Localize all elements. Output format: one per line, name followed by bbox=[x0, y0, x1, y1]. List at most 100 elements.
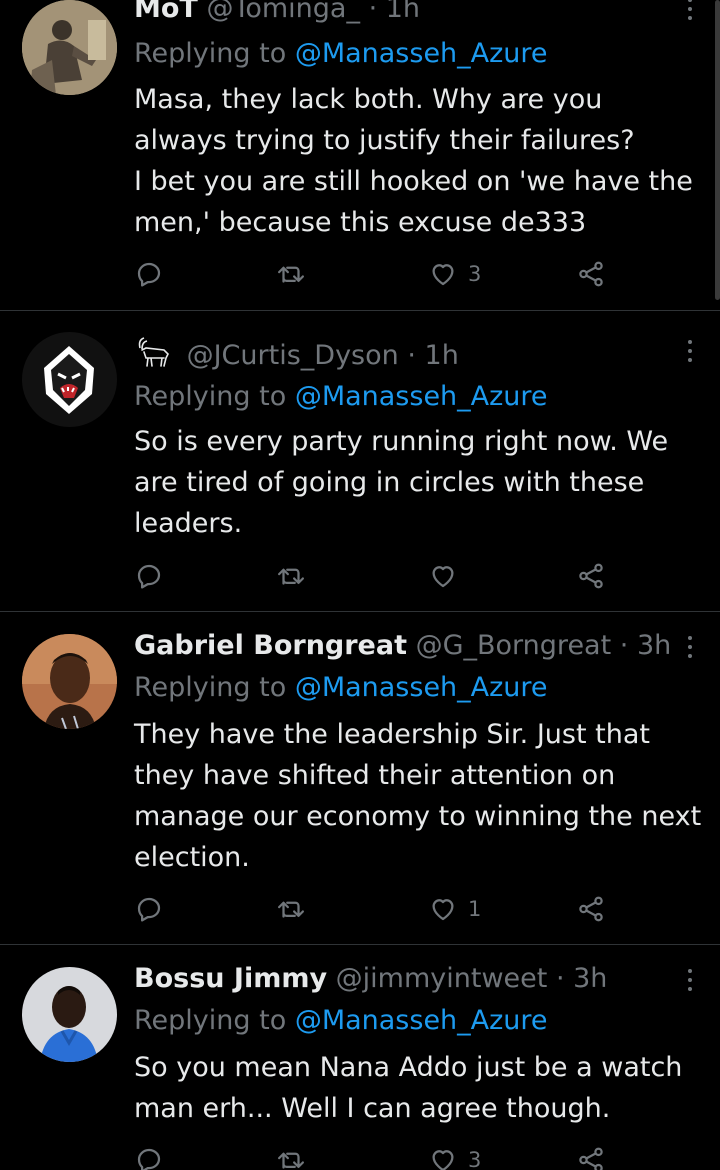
tweet-actions: 1 bbox=[134, 891, 614, 927]
scrollbar[interactable] bbox=[715, 0, 720, 300]
replying-to-line: Replying to @Manasseh_Azure bbox=[134, 1003, 548, 1039]
retweet-icon bbox=[278, 568, 304, 585]
like-button[interactable]: 3 bbox=[428, 1142, 481, 1170]
reply-feed: MoT @Tominga_ · 1h Replying to @Manasseh… bbox=[0, 0, 720, 1170]
tweet-text-line: man erh... Well I can agree though. bbox=[134, 1093, 611, 1124]
mention-link[interactable]: @Manasseh_Azure bbox=[295, 672, 548, 703]
replying-to-label: Replying to bbox=[134, 1005, 287, 1036]
share-icon bbox=[579, 261, 603, 287]
heart-icon bbox=[432, 566, 454, 588]
user-handle[interactable]: @JCurtis_Dyson bbox=[187, 340, 399, 371]
tweet-text: So is every party running right now. We … bbox=[134, 421, 709, 544]
tweet-text-line: They have the leadership Sir. Just that bbox=[134, 719, 650, 750]
tweet-text-line: manage our economy to winning the next bbox=[134, 801, 702, 832]
reply-tweet[interactable]: MoT @Tominga_ · 1h Replying to @Manasseh… bbox=[0, 0, 720, 311]
separator-dot: · bbox=[368, 0, 378, 24]
share-button[interactable] bbox=[576, 1142, 606, 1170]
separator-dot: · bbox=[555, 963, 565, 994]
reply-button[interactable] bbox=[134, 891, 164, 927]
tweet-text: They have the leadership Sir. Just that … bbox=[134, 714, 709, 878]
avatar[interactable] bbox=[22, 967, 117, 1062]
like-count: 3 bbox=[468, 262, 482, 286]
display-name[interactable]: Gabriel Borngreat bbox=[134, 630, 407, 661]
tweet-actions: 3 bbox=[134, 1142, 614, 1170]
retweet-button[interactable] bbox=[276, 891, 306, 927]
tweet-text-line: election. bbox=[134, 842, 250, 873]
mention-link[interactable]: @Manasseh_Azure bbox=[295, 1005, 548, 1036]
tweet-actions: 3 bbox=[134, 256, 614, 292]
display-name[interactable]: Bossu Jimmy bbox=[134, 963, 327, 994]
reply-tweet[interactable]: Bossu Jimmy @jimmyintweet · 3h Replying … bbox=[0, 945, 720, 1170]
retweet-button[interactable] bbox=[276, 1142, 306, 1170]
user-handle[interactable]: @Tominga_ bbox=[206, 0, 360, 24]
tweet-text-line: always trying to justify their failures? bbox=[134, 125, 635, 156]
separator-dot: · bbox=[619, 630, 629, 661]
tweet-text-line: are tired of going in circles with these bbox=[134, 467, 645, 498]
tweet-header: MoT @Tominga_ · 1h bbox=[134, 0, 672, 27]
tweet-text-line: So you mean Nana Addo just be a watch bbox=[134, 1052, 683, 1083]
goat-emblem-icon bbox=[138, 337, 169, 367]
tweet-text-line: Masa, they lack both. Why are you bbox=[134, 84, 603, 115]
share-button[interactable] bbox=[576, 256, 606, 292]
avatar[interactable] bbox=[22, 0, 117, 95]
heart-icon bbox=[432, 264, 454, 286]
replying-to-label: Replying to bbox=[134, 38, 287, 69]
retweet-button[interactable] bbox=[276, 558, 306, 594]
display-name[interactable]: MoT bbox=[134, 0, 198, 24]
like-button[interactable]: 1 bbox=[428, 891, 481, 927]
retweet-icon bbox=[278, 901, 304, 918]
share-icon bbox=[579, 1147, 603, 1170]
tweet-text-line: I bet you are still hooked on 'we have t… bbox=[134, 166, 693, 197]
timestamp[interactable]: 1h bbox=[425, 340, 459, 371]
avatar[interactable] bbox=[22, 634, 117, 729]
tweet-text: Masa, they lack both. Why are you always… bbox=[134, 79, 709, 243]
share-icon bbox=[579, 563, 603, 589]
more-options-icon[interactable] bbox=[686, 340, 694, 368]
timestamp[interactable]: 1h bbox=[386, 0, 420, 24]
reply-tweet[interactable]: @JCurtis_Dyson · 1h Replying to @Manasse… bbox=[0, 310, 720, 612]
timestamp[interactable]: 3h bbox=[573, 963, 607, 994]
like-button[interactable] bbox=[428, 558, 468, 594]
replying-to-label: Replying to bbox=[134, 672, 287, 703]
heart-icon bbox=[432, 899, 454, 921]
share-icon bbox=[579, 896, 603, 922]
like-button[interactable]: 3 bbox=[428, 256, 481, 292]
tweet-text-line: So is every party running right now. We bbox=[134, 426, 669, 457]
reply-button[interactable] bbox=[134, 256, 164, 292]
replying-to-line: Replying to @Manasseh_Azure bbox=[134, 670, 548, 706]
heart-icon bbox=[432, 1150, 454, 1170]
tweet-text-line: they have shifted their attention on bbox=[134, 760, 616, 791]
avatar[interactable] bbox=[22, 332, 117, 427]
like-count: 3 bbox=[468, 1148, 482, 1170]
retweet-button[interactable] bbox=[276, 256, 306, 292]
separator-dot: · bbox=[407, 340, 416, 371]
retweet-icon bbox=[278, 1152, 304, 1169]
reply-tweet[interactable]: Gabriel Borngreat @G_Borngreat · 3h Repl… bbox=[0, 612, 720, 945]
reply-button[interactable] bbox=[134, 1142, 164, 1170]
retweet-icon bbox=[278, 266, 304, 283]
share-button[interactable] bbox=[576, 558, 606, 594]
more-options-icon[interactable] bbox=[686, 969, 694, 997]
more-options-icon[interactable] bbox=[686, 0, 694, 26]
reply-button[interactable] bbox=[134, 558, 164, 594]
mention-link[interactable]: @Manasseh_Azure bbox=[295, 38, 548, 69]
tweet-header: Bossu Jimmy @jimmyintweet · 3h bbox=[134, 961, 672, 997]
share-button[interactable] bbox=[576, 891, 606, 927]
tweet-text: So you mean Nana Addo just be a watch ma… bbox=[134, 1047, 709, 1129]
mention-link[interactable]: @Manasseh_Azure bbox=[295, 381, 548, 412]
reply-icon bbox=[137, 897, 161, 922]
user-handle[interactable]: @jimmyintweet bbox=[336, 963, 548, 994]
replying-to-line: Replying to @Manasseh_Azure bbox=[134, 36, 548, 72]
user-handle[interactable]: @G_Borngreat bbox=[416, 630, 612, 661]
reply-icon bbox=[137, 262, 161, 287]
tweet-header: Gabriel Borngreat @G_Borngreat · 3h bbox=[134, 628, 672, 664]
reply-icon bbox=[137, 1148, 161, 1170]
tweet-text-line: men,' because this excuse de333 bbox=[134, 207, 587, 238]
more-options-icon[interactable] bbox=[686, 636, 694, 664]
replying-to-label: Replying to bbox=[134, 381, 287, 412]
tweet-actions bbox=[134, 558, 614, 594]
replying-to-line: Replying to @Manasseh_Azure bbox=[134, 379, 548, 415]
reply-icon bbox=[137, 564, 161, 589]
tweet-header: @JCurtis_Dyson · 1h bbox=[134, 336, 672, 372]
timestamp[interactable]: 3h bbox=[637, 630, 671, 661]
